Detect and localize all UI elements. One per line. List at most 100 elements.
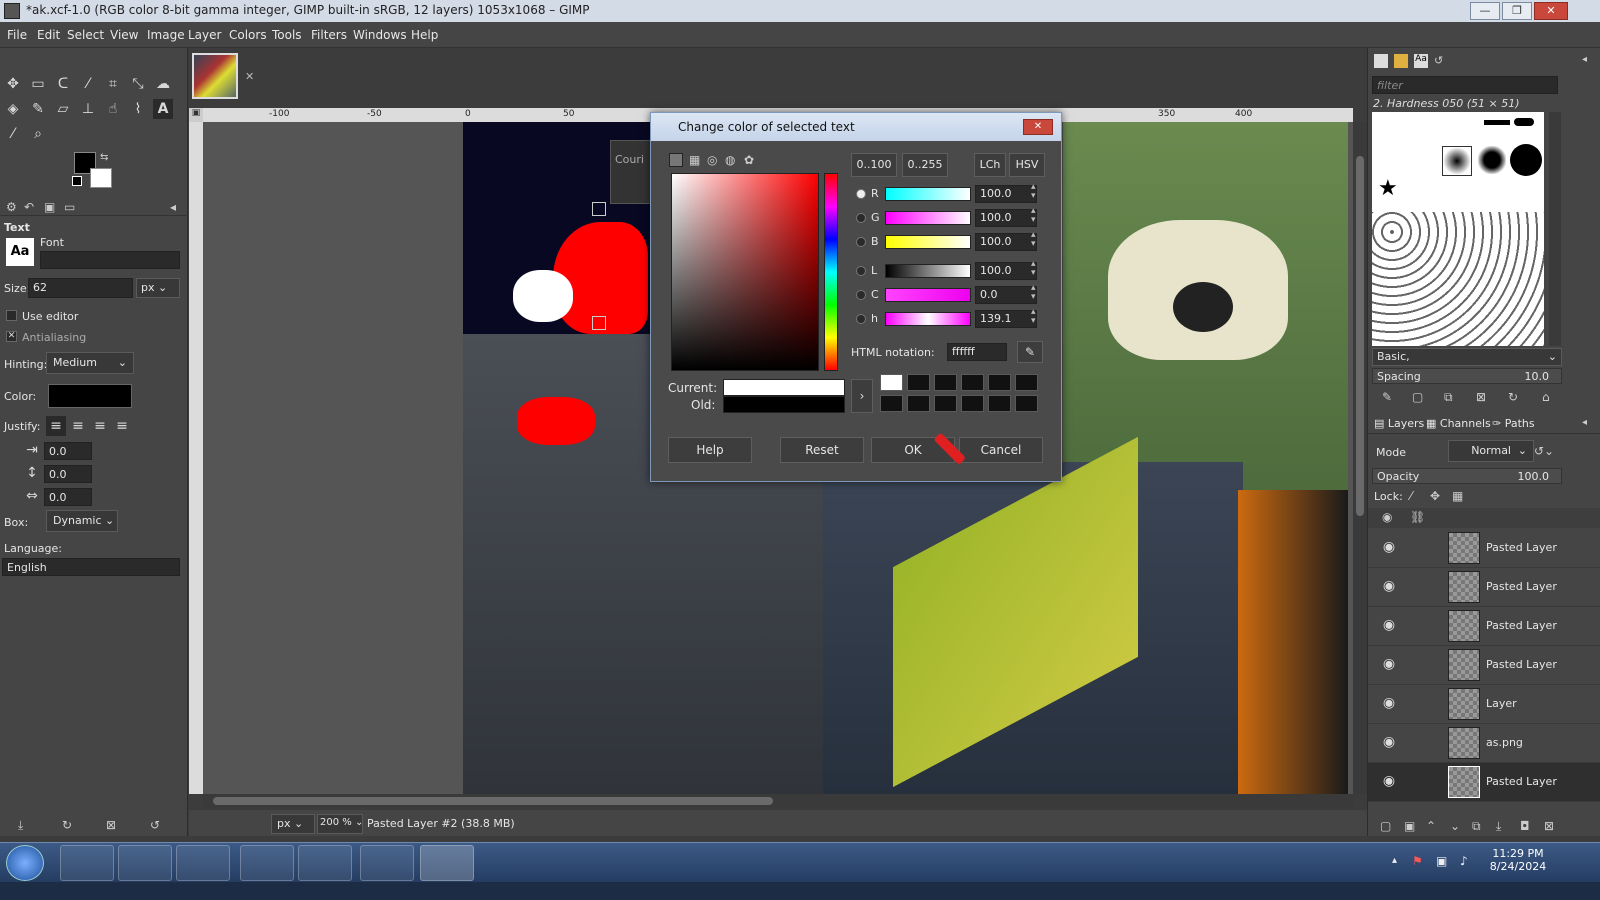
history-swatch[interactable] [907, 395, 930, 412]
brush-scrollbar[interactable] [1549, 112, 1561, 346]
layers-menu-icon[interactable]: ◂ [1582, 417, 1587, 428]
vertical-scrollbar[interactable] [1353, 122, 1367, 794]
save-options-icon[interactable]: ⤓ [18, 818, 23, 833]
text-color-button[interactable] [48, 384, 132, 408]
history-swatch[interactable] [1015, 395, 1038, 412]
font-preview-icon[interactable]: Aa [6, 238, 34, 266]
cmyk-selector-icon[interactable]: ▦ [689, 153, 700, 167]
minimize-button[interactable]: — [1470, 2, 1500, 20]
text-box-handle[interactable] [592, 202, 606, 216]
background-color-swatch[interactable] [90, 168, 112, 188]
menu-view[interactable]: View [110, 28, 138, 42]
zoom-tool-icon[interactable]: ⌕ [28, 124, 48, 144]
layer-row[interactable]: ◉ Pasted Layer [1368, 568, 1600, 607]
box-select[interactable]: Dynamic ⌄ [46, 510, 118, 532]
zoom-select[interactable]: 200 % ⌄ [317, 814, 363, 834]
brushes-tab-icon[interactable] [1374, 54, 1388, 68]
new-layer-icon[interactable]: ▢ [1380, 819, 1391, 833]
control-panel-icon[interactable] [360, 845, 414, 881]
eye-icon[interactable]: ◉ [1380, 578, 1398, 596]
history-swatch[interactable] [988, 395, 1011, 412]
image-tab-thumbnail[interactable] [192, 53, 238, 99]
channel-r-input[interactable]: 100.0 [975, 185, 1037, 203]
eyedropper-icon[interactable]: ✎ [1017, 341, 1043, 363]
menu-select[interactable]: Select [67, 28, 104, 42]
layers-list[interactable]: ◉ Pasted Layer ◉ Pasted Layer ◉ Pasted Laye… [1368, 529, 1600, 805]
unit-select[interactable]: px ⌄ [271, 814, 315, 834]
edit-brush-icon[interactable]: ✎ [1382, 390, 1392, 404]
brush-item[interactable] [1484, 120, 1510, 125]
font-input[interactable] [40, 251, 180, 269]
default-colors-icon[interactable] [72, 176, 82, 186]
channel-c-radio[interactable] [856, 290, 866, 300]
reset-options-icon[interactable]: ↺ [150, 818, 160, 832]
fuzzy-select-tool-icon[interactable]: ⁄ [78, 74, 98, 94]
history-swatch[interactable] [1015, 374, 1038, 391]
gimp-selector-icon[interactable] [669, 153, 683, 167]
layer-row-selected[interactable]: ◉ Pasted Layer [1368, 763, 1600, 802]
refresh-brushes-icon[interactable]: ↻ [1508, 390, 1518, 404]
delete-brush-icon[interactable]: ⊠ [1476, 390, 1486, 404]
history-swatch[interactable] [961, 374, 984, 391]
justify-left-icon[interactable]: ≡ [46, 416, 66, 436]
add-to-history-icon[interactable]: › [851, 379, 873, 413]
chrome-icon[interactable] [240, 845, 294, 881]
internet-explorer-icon[interactable] [60, 845, 114, 881]
channel-l-slider[interactable] [885, 264, 971, 278]
restore-button[interactable]: ❐ [1502, 2, 1532, 20]
images-tab-icon[interactable]: ▭ [64, 200, 75, 214]
channel-g-radio[interactable] [856, 213, 866, 223]
spacing-slider[interactable]: Spacing 10.0 [1372, 368, 1562, 384]
horizontal-scrollbar[interactable] [203, 794, 1353, 808]
panel-menu-icon[interactable]: ◂ [170, 200, 176, 214]
menu-layer[interactable]: Layer [188, 28, 221, 42]
palette-selector-icon[interactable]: ✿ [744, 153, 754, 167]
crop-tool-icon[interactable]: ⌗ [103, 74, 123, 94]
spin-arrows-icon[interactable]: ▴ ▾ [1031, 284, 1036, 302]
tab-channels[interactable]: ▦ Channels [1426, 417, 1491, 430]
wheel-selector-icon[interactable]: ◍ [725, 153, 735, 167]
close-window-button[interactable]: ✕ [1534, 2, 1568, 20]
start-button[interactable] [6, 845, 44, 881]
spin-arrows-icon[interactable]: ▴ ▾ [1031, 207, 1036, 225]
color-picker-tool-icon[interactable]: ⁄ [3, 124, 23, 144]
delete-layer-icon[interactable]: ⊠ [1544, 819, 1554, 833]
tray-network-icon[interactable]: ▣ [1436, 854, 1447, 868]
channel-l-input[interactable]: 100.0 [975, 262, 1037, 280]
menu-colors[interactable]: Colors [229, 28, 267, 42]
star-brush-icon[interactable]: ★ [1378, 176, 1398, 201]
channel-b-slider[interactable] [885, 235, 971, 249]
history-swatch[interactable] [934, 395, 957, 412]
cancel-button[interactable]: Cancel [959, 437, 1043, 463]
history-swatch[interactable] [988, 374, 1011, 391]
brush-item-selected[interactable] [1442, 146, 1472, 176]
eye-icon[interactable]: ◉ [1380, 773, 1398, 791]
tab-paths[interactable]: ✑ Paths [1492, 417, 1535, 430]
channel-b-radio[interactable] [856, 237, 866, 247]
new-brush-icon[interactable]: ▢ [1412, 390, 1423, 404]
bucket-fill-tool-icon[interactable]: ◈ [3, 99, 23, 119]
history-swatch[interactable] [934, 374, 957, 391]
transform-tool-icon[interactable]: ⤡ [128, 74, 148, 94]
scrollbar-thumb[interactable] [213, 797, 773, 805]
justify-fill-icon[interactable]: ≡ [112, 416, 132, 436]
paths-tool-icon[interactable]: ⌇ [128, 99, 148, 119]
text-box-handle[interactable] [592, 316, 606, 330]
restore-options-icon[interactable]: ↻ [62, 818, 72, 832]
menu-tools[interactable]: Tools [272, 28, 302, 42]
brush-grid[interactable]: ★ [1372, 112, 1544, 346]
duplicate-layer-icon[interactable]: ⧉ [1472, 819, 1481, 834]
browser-icon[interactable] [298, 845, 352, 881]
patterns-tab-icon[interactable] [1394, 54, 1408, 68]
spin-arrows-icon[interactable]: ▴ ▾ [1031, 260, 1036, 278]
eye-icon[interactable]: ◉ [1380, 656, 1398, 674]
watercolor-selector-icon[interactable]: ◎ [707, 153, 717, 167]
swap-colors-icon[interactable]: ⇆ [100, 152, 112, 164]
layer-row[interactable]: ◉ as.png [1368, 724, 1600, 763]
layer-row[interactable]: ◉ Layer [1368, 685, 1600, 724]
brush-filter-input[interactable]: filter [1372, 76, 1558, 94]
letter-spacing-input[interactable]: 0.0 [44, 488, 92, 506]
layer-row[interactable]: ◉ Pasted Layer [1368, 607, 1600, 646]
layer-row[interactable]: ◉ Pasted Layer [1368, 529, 1600, 568]
menu-image[interactable]: Image [147, 28, 185, 42]
